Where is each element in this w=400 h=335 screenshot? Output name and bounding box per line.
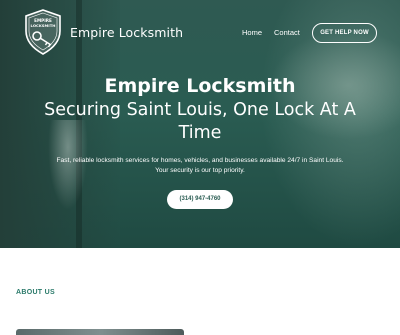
hero-description: Fast, reliable locksmith services for ho… (56, 157, 344, 174)
about-image (16, 329, 184, 335)
brand-logo[interactable]: EMPIRE LOCKSMITH (24, 9, 62, 55)
logo-bottom-text: LOCKSMITH (31, 23, 56, 28)
about-us-heading: ABOUT US (16, 289, 55, 296)
brand-name[interactable]: Empire Locksmith (70, 25, 183, 40)
hero-title: Empire Locksmith (104, 75, 296, 97)
hero-section: EMPIRE LOCKSMITH Empire Locksmith Home C… (0, 0, 400, 248)
nav-contact-link[interactable]: Contact (274, 28, 300, 37)
phone-call-button[interactable]: (314) 947-4760 (167, 190, 233, 209)
hero-subtitle: Securing Saint Louis, One Lock At A Time (44, 100, 356, 143)
get-help-now-button[interactable]: GET HELP NOW (312, 23, 377, 43)
nav-home-link[interactable]: Home (242, 28, 262, 37)
